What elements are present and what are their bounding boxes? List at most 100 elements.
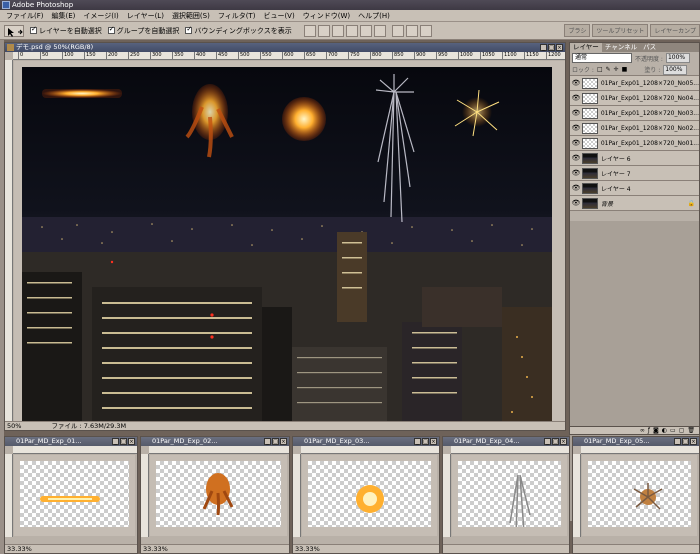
link-layers-icon[interactable]: ∞: [640, 427, 645, 434]
layer-row[interactable]: 👁 レイヤー 4: [570, 181, 699, 196]
maximize-icon[interactable]: □: [548, 44, 555, 51]
thumbnail-document-titlebar[interactable]: 01Par_MD_Exp_04... _ □ ×: [443, 437, 569, 446]
layer-row[interactable]: 👁 レイヤー 6: [570, 151, 699, 166]
palette-layer-comps-tab[interactable]: レイヤーカンプ: [650, 24, 700, 37]
visibility-eye-icon[interactable]: 👁: [570, 199, 582, 207]
distribute3-icon[interactable]: [419, 24, 432, 37]
thumbnail-zoom-level[interactable]: 33.33%: [143, 545, 168, 553]
menu-layer[interactable]: レイヤー(L): [123, 11, 168, 21]
thumbnail-canvas-area[interactable]: [150, 455, 287, 536]
align-right-icon[interactable]: [373, 24, 386, 37]
minimize-icon[interactable]: _: [414, 438, 421, 445]
distribute2-icon[interactable]: [405, 24, 418, 37]
thumbnail-document-titlebar[interactable]: 01Par_MD_Exp_01... _ □ ×: [5, 437, 137, 446]
lock-position-icon[interactable]: ✛: [614, 66, 619, 73]
thumbnail-zoom-level[interactable]: 33.33%: [295, 545, 320, 553]
menu-edit[interactable]: 編集(E): [48, 11, 80, 21]
thumbnail-document-window[interactable]: 01Par_MD_Exp_03... _ □ × 33.33%: [292, 436, 440, 554]
layer-row[interactable]: 👁 01Par_Exp01_1208×720_No02...: [570, 121, 699, 136]
thumbnail-canvas-area[interactable]: [452, 455, 567, 536]
menu-file[interactable]: ファイル(F): [2, 11, 48, 21]
maximize-icon[interactable]: □: [682, 438, 689, 445]
align-center-icon[interactable]: [359, 24, 372, 37]
close-icon[interactable]: ×: [128, 438, 135, 445]
layer-row[interactable]: 👁 01Par_Exp01_1208×720_No03...: [570, 106, 699, 121]
adjustment-layer-icon[interactable]: ◐: [662, 427, 667, 434]
fill-input[interactable]: 100%: [663, 64, 688, 75]
menu-window[interactable]: ウィンドウ(W): [299, 11, 354, 21]
visibility-eye-icon[interactable]: 👁: [570, 154, 582, 162]
auto-select-group-checkbox[interactable]: グループを自動選択: [107, 25, 179, 36]
layer-row[interactable]: 👁 レイヤー 7: [570, 166, 699, 181]
lock-image-icon[interactable]: ✎: [606, 66, 611, 73]
visibility-eye-icon[interactable]: 👁: [570, 184, 582, 192]
distribute-icon[interactable]: [391, 24, 404, 37]
bounding-box-checkbox[interactable]: バウンディングボックスを表示: [185, 25, 292, 36]
menu-help[interactable]: ヘルプ(H): [354, 11, 394, 21]
thumbnail-zoom-level[interactable]: 33.33%: [7, 545, 32, 553]
thumbnail-canvas-area[interactable]: [582, 455, 697, 536]
zoom-level[interactable]: 50%: [7, 422, 21, 430]
thumbnail-document-titlebar[interactable]: 01Par_MD_Exp_03... _ □ ×: [293, 437, 439, 446]
close-icon[interactable]: ×: [556, 44, 563, 51]
canvas-area[interactable]: [14, 61, 565, 422]
thumbnail-document-window[interactable]: 01Par_MD_Exp_02... _ □ × 33.33%: [140, 436, 290, 554]
minimize-icon[interactable]: _: [264, 438, 271, 445]
layer-row[interactable]: 👁 01Par_Exp01_1208×720_No01...: [570, 136, 699, 151]
visibility-eye-icon[interactable]: 👁: [570, 79, 582, 87]
minimize-icon[interactable]: _: [540, 44, 547, 51]
opacity-input[interactable]: 100%: [665, 53, 690, 63]
close-icon[interactable]: ×: [280, 438, 287, 445]
minimize-icon[interactable]: _: [674, 438, 681, 445]
minimize-icon[interactable]: _: [544, 438, 551, 445]
thumbnail-document-titlebar[interactable]: 01Par_MD_Exp_05... _ □ ×: [573, 437, 699, 446]
palette-tool-preset-tab[interactable]: ツールプリセット: [592, 24, 649, 37]
delete-layer-icon[interactable]: 🗑: [687, 427, 695, 434]
maximize-icon[interactable]: □: [272, 438, 279, 445]
palette-brush-tab[interactable]: ブラシ: [564, 24, 591, 37]
minimize-icon[interactable]: _: [112, 438, 119, 445]
tab-paths[interactable]: パス: [640, 43, 659, 52]
align-left-icon[interactable]: [345, 24, 358, 37]
align-middle-icon[interactable]: [317, 24, 330, 37]
thumbnail-canvas-area[interactable]: [14, 455, 135, 536]
thumbnail-canvas-area[interactable]: [302, 455, 437, 536]
layer-mask-icon[interactable]: ◙: [653, 427, 659, 434]
lock-transparency-icon[interactable]: □: [597, 66, 603, 73]
layer-row[interactable]: 👁 01Par_Exp01_1208×720_No05...: [570, 76, 699, 91]
close-icon[interactable]: ×: [430, 438, 437, 445]
blend-mode-select[interactable]: 通常: [572, 53, 632, 63]
layer-row[interactable]: 👁 背景 🔒: [570, 196, 699, 211]
visibility-eye-icon[interactable]: 👁: [570, 109, 582, 117]
visibility-eye-icon[interactable]: 👁: [570, 124, 582, 132]
main-document-titlebar[interactable]: デモ.psd @ 50%(RGB/8) _ □ ×: [5, 43, 565, 52]
menu-select[interactable]: 選択範囲(S): [168, 11, 214, 21]
move-tool-icon[interactable]: [4, 24, 24, 37]
tab-channels[interactable]: チャンネル: [602, 43, 640, 52]
new-group-icon[interactable]: ▭: [670, 427, 676, 434]
close-icon[interactable]: ×: [560, 438, 567, 445]
maximize-icon[interactable]: □: [120, 438, 127, 445]
visibility-eye-icon[interactable]: 👁: [570, 139, 582, 147]
layer-row[interactable]: 👁 01Par_Exp01_1208×720_No04...: [570, 91, 699, 106]
maximize-icon[interactable]: □: [422, 438, 429, 445]
align-top-icon[interactable]: [303, 24, 316, 37]
layer-style-icon[interactable]: ƒ: [648, 427, 650, 434]
close-icon[interactable]: ×: [690, 438, 697, 445]
menu-view[interactable]: ビュー(V): [259, 11, 298, 21]
new-layer-icon[interactable]: ▢: [679, 427, 685, 434]
thumbnail-document-window[interactable]: 01Par_MD_Exp_04... _ □ ×: [442, 436, 570, 554]
auto-select-layer-checkbox[interactable]: レイヤーを自動選択: [30, 25, 102, 36]
main-document-window[interactable]: デモ.psd @ 50%(RGB/8) _ □ × 0 50 100 150 200 25…: [4, 42, 566, 431]
thumbnail-document-titlebar[interactable]: 01Par_MD_Exp_02... _ □ ×: [141, 437, 289, 446]
visibility-eye-icon[interactable]: 👁: [570, 169, 582, 177]
lock-all-icon[interactable]: ■: [622, 66, 628, 73]
menu-image[interactable]: イメージ(I): [79, 11, 122, 21]
align-bottom-icon[interactable]: [331, 24, 344, 37]
tab-layers[interactable]: レイヤー: [570, 43, 602, 52]
maximize-icon[interactable]: □: [552, 438, 559, 445]
thumbnail-document-window[interactable]: 01Par_MD_Exp_05... _ □ ×: [572, 436, 700, 554]
visibility-eye-icon[interactable]: 👁: [570, 94, 582, 102]
menu-filter[interactable]: フィルタ(T): [214, 11, 260, 21]
thumbnail-document-window[interactable]: 01Par_MD_Exp_01... _ □ × 33.33%: [4, 436, 138, 554]
